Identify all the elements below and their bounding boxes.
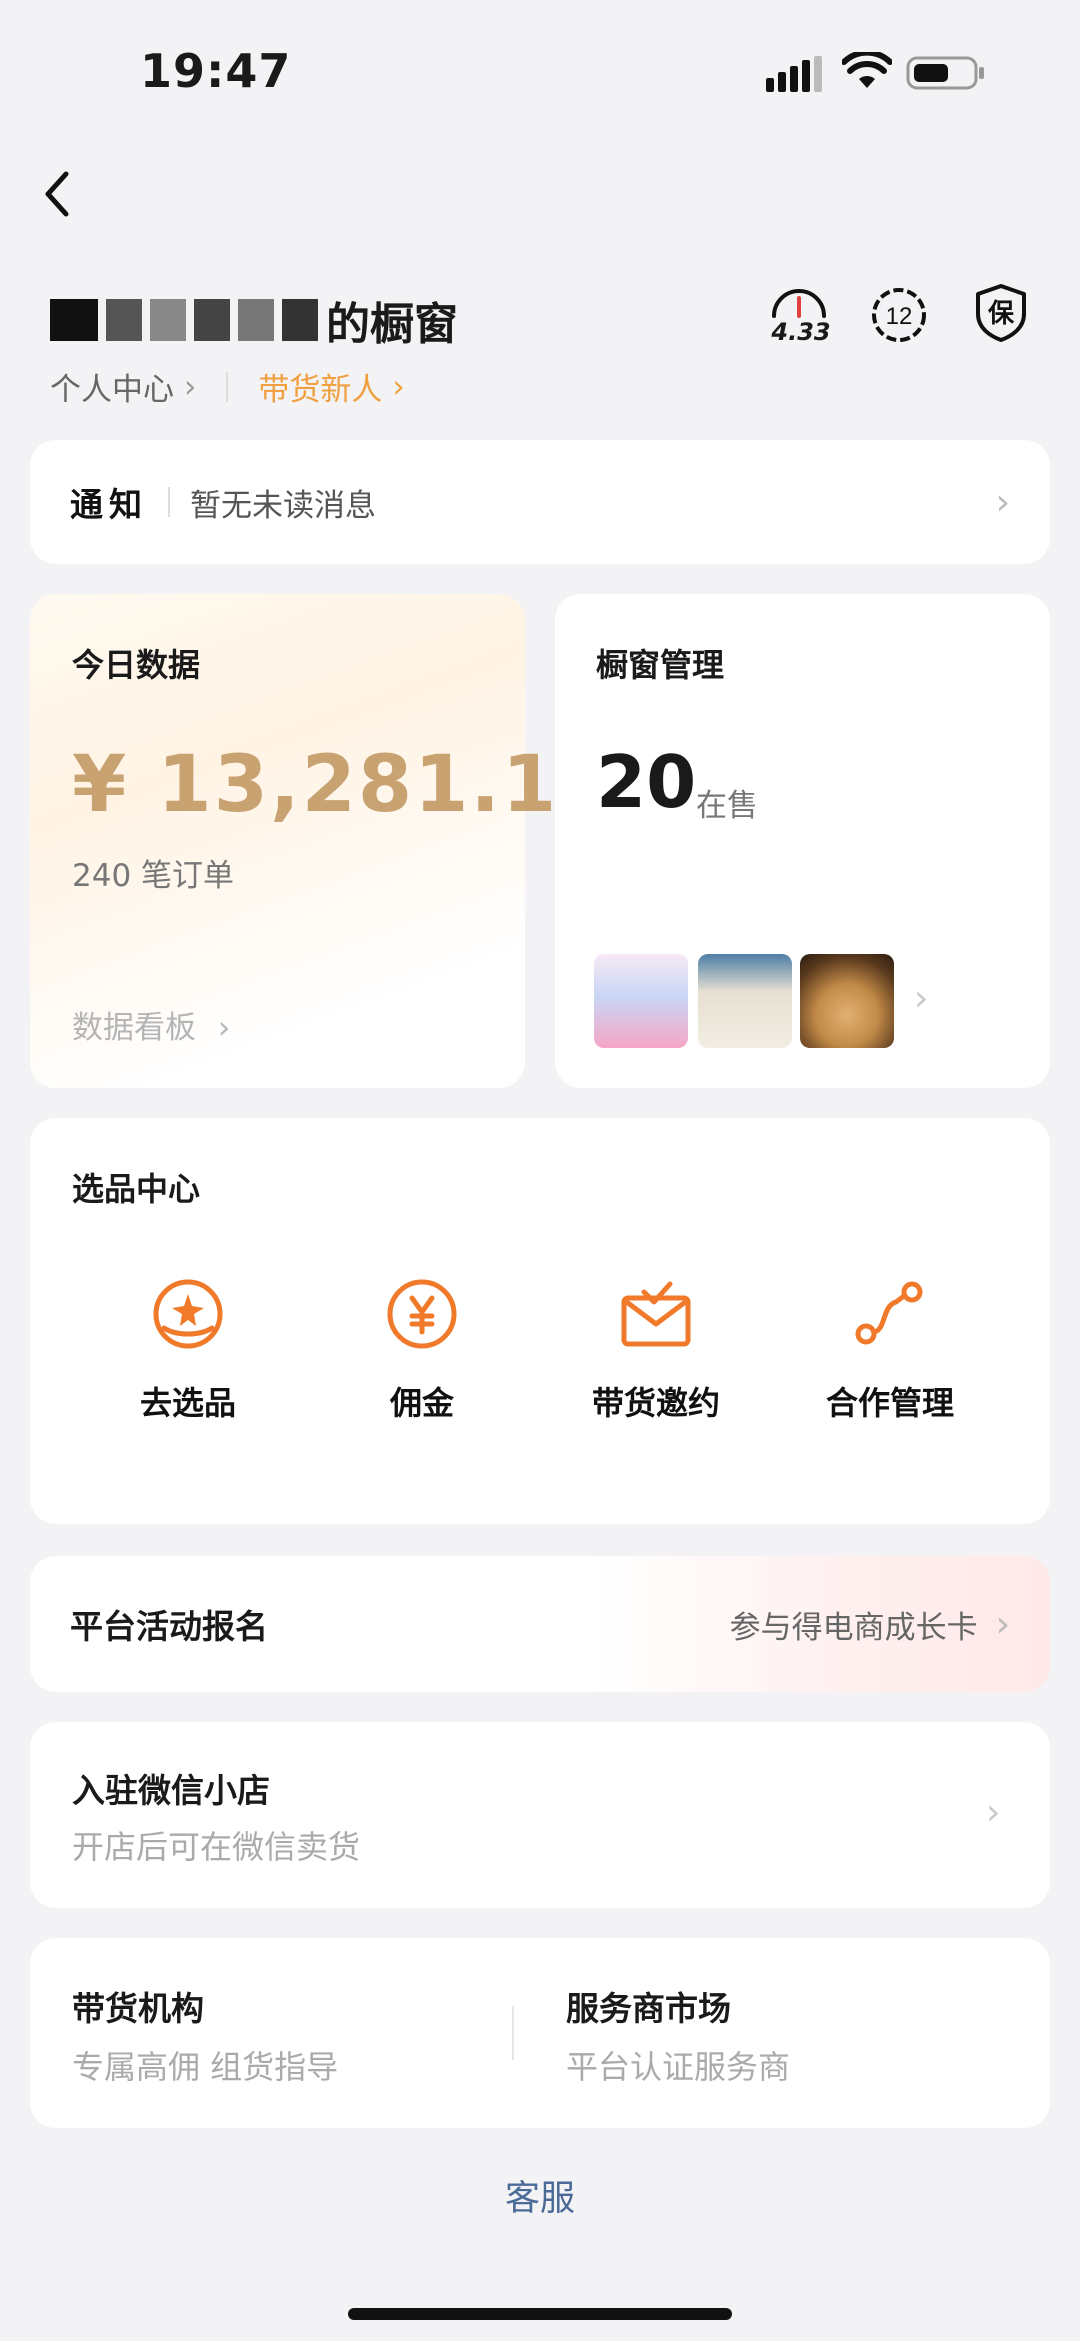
chevron-right-icon: ›: [986, 1792, 1001, 1833]
divider: [226, 371, 229, 402]
chevron-right-icon: ›: [217, 1010, 231, 1046]
back-arrow-icon[interactable]: [38, 168, 78, 220]
activity-title: 平台活动报名: [70, 1607, 268, 1646]
redacted-name-block: [282, 299, 318, 341]
window-management-title: 橱窗管理: [596, 646, 725, 684]
service-market-subtitle[interactable]: 平台认证服务商: [566, 2042, 790, 2088]
today-data-title: 今日数据: [72, 646, 201, 684]
redacted-name-block: [194, 299, 230, 341]
tool-invite[interactable]: 带货邀约: [546, 1276, 766, 1424]
bottom-services-card: [30, 1938, 1050, 2128]
home-indicator[interactable]: [348, 2308, 732, 2320]
invite-icon: [621, 1281, 691, 1347]
on-sale-count: 20: [596, 740, 697, 824]
activity-promo: 参与得电商成长卡: [729, 1609, 978, 1646]
agency-subtitle[interactable]: 专属高佣 组货指导: [72, 2042, 338, 2088]
level-value: 12: [886, 303, 913, 330]
shop-sub-row: 个人中心 › 带货新人 ›: [50, 364, 405, 409]
guarantee-label: 保: [987, 299, 1015, 329]
cooperation-icon: [855, 1281, 923, 1345]
wechat-shop-subtitle: 开店后可在微信卖货: [72, 1828, 361, 1866]
notice-text: 暂无未读消息: [190, 487, 376, 524]
select-center-title: 选品中心: [72, 1170, 201, 1208]
tool-label: 佣金: [389, 1384, 454, 1422]
tool-label: 合作管理: [825, 1384, 954, 1422]
chevron-right-icon: ›: [995, 481, 1010, 523]
data-board-link[interactable]: 数据看板 ›: [72, 1002, 230, 1047]
chevron-right-icon: ›: [392, 368, 405, 405]
shop-name: 的橱窗: [50, 288, 458, 352]
redacted-name-block: [238, 299, 274, 341]
today-orders: 240 笔订单: [72, 858, 235, 894]
wechat-shop-card[interactable]: [30, 1722, 1050, 1908]
chevron-right-icon: ›: [184, 368, 197, 405]
divider: [512, 2006, 514, 2060]
wechat-shop-title: 入驻微信小店: [72, 1771, 270, 1810]
redacted-name-block: [106, 299, 142, 341]
personal-center-link[interactable]: 个人中心: [50, 364, 174, 409]
tool-label: 带货邀约: [591, 1384, 720, 1422]
data-board-label: 数据看板: [72, 1010, 196, 1046]
platform-activity-row[interactable]: 平台活动报名 参与得电商成长卡 ›: [30, 1556, 1050, 1692]
redacted-avatar: [50, 299, 98, 341]
commission-icon: [387, 1279, 457, 1349]
tool-commission[interactable]: 佣金: [312, 1276, 532, 1424]
chevron-right-icon: ›: [995, 1603, 1010, 1645]
service-market-title[interactable]: 服务商市场: [566, 1982, 731, 2030]
wifi-icon: [842, 52, 892, 88]
select-product-icon: [153, 1279, 223, 1349]
cellular-signal-icon: [766, 56, 822, 92]
status-time: 19:47: [140, 44, 292, 98]
battery-icon: [906, 56, 984, 90]
customer-service-link[interactable]: 客服: [0, 2170, 1080, 2221]
tool-cooperation[interactable]: 合作管理: [780, 1276, 1000, 1424]
chevron-right-icon[interactable]: ›: [914, 978, 928, 1019]
divider: [168, 487, 170, 517]
product-thumbnail[interactable]: [800, 954, 894, 1048]
tool-select-product[interactable]: 去选品: [78, 1276, 298, 1424]
product-thumbnail[interactable]: [698, 954, 792, 1048]
newcomer-tag-link[interactable]: 带货新人: [258, 364, 382, 409]
on-sale-label: 在售: [696, 788, 758, 824]
today-amount: ¥ 13,281.1: [72, 740, 559, 830]
guarantee-shield-icon[interactable]: 保: [972, 282, 1030, 344]
shop-name-suffix: 的橱窗: [326, 299, 458, 350]
agency-title[interactable]: 带货机构: [72, 1982, 204, 2030]
notice-bar[interactable]: 通知 暂无未读消息 ›: [30, 440, 1050, 564]
notice-title: 通知: [70, 485, 148, 524]
score-value: 4.33: [771, 318, 831, 346]
tool-label: 去选品: [139, 1384, 236, 1422]
product-thumbnail[interactable]: [594, 954, 688, 1048]
level-badge-icon[interactable]: 12: [870, 286, 928, 344]
redacted-name-block: [150, 299, 186, 341]
